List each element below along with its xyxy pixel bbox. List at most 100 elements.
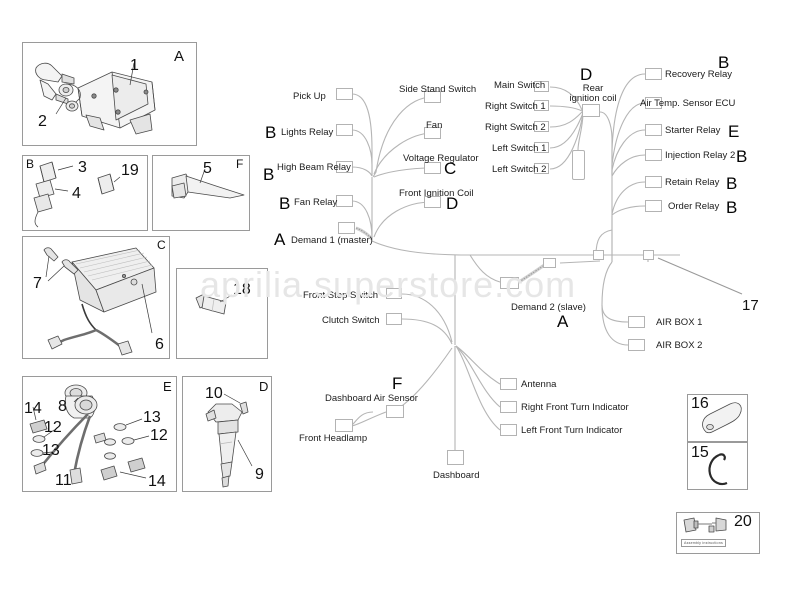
part-panel-18 (176, 268, 268, 359)
part-number-13-left: 13 (42, 442, 60, 459)
panel-letter-e: E (163, 379, 172, 394)
label-lights-relay: Lights Relay (281, 127, 334, 138)
label-starter-relay: Starter Relay (665, 125, 721, 136)
connector-lights-relay[interactable] (336, 124, 353, 136)
group-letter-b-recovery: B (718, 53, 730, 72)
label-fan: Fan (426, 120, 443, 131)
group-letter-b-highbeam: B (263, 165, 275, 184)
group-letter-b-fanrelay: B (279, 194, 291, 213)
part-number-15: 15 (691, 444, 709, 461)
group-letter-f-dashboard: F (392, 374, 403, 393)
connector-antenna[interactable] (500, 378, 517, 390)
part-number-13-right: 13 (143, 409, 161, 426)
group-letter-b-order: B (726, 198, 738, 217)
part-number-5: 5 (203, 160, 212, 177)
group-letter-c-voltage-regulator: C (444, 159, 457, 178)
diagram-canvas: aprilia superstore.com Pick Up Lights Re… (0, 0, 801, 602)
part-number-4: 4 (72, 185, 81, 202)
part-number-1: 1 (130, 57, 139, 74)
label-air-box-2: AIR BOX 2 (656, 340, 703, 351)
label-front-headlamp: Front Headlamp (299, 433, 368, 444)
group-letter-d-front-ignition-coil: D (446, 194, 459, 213)
connector-starter-relay[interactable] (645, 124, 662, 136)
connector-left-front-turn-indicator[interactable] (500, 424, 517, 436)
connector-retain-relay[interactable] (645, 176, 662, 188)
label-air-box-1: AIR BOX 1 (656, 317, 703, 328)
part-number-8: 8 (58, 398, 67, 415)
label-retain-relay: Retain Relay (665, 177, 720, 188)
label-rear-ignition-coil-text: Rear ignition coil (569, 83, 617, 105)
label-left-switch-2: Left Switch 2 (492, 164, 547, 175)
label-front-ignition-coil: Front Ignition Coil (399, 188, 474, 199)
label-side-stand-switch: Side Stand Switch (399, 84, 477, 95)
label-order-relay: Order Relay (668, 201, 720, 212)
label-main-switch: Main Switch (494, 80, 546, 91)
part-number-12-left: 12 (44, 419, 62, 436)
label-right-switch-2: Right Switch 2 (485, 122, 546, 133)
group-letter-b-retain: B (726, 174, 738, 193)
part-number-12-right: 12 (150, 427, 168, 444)
connector-front-headlamp[interactable] (335, 419, 353, 432)
group-letter-d-rear-coil: D (580, 65, 593, 84)
part-number-7: 7 (33, 275, 42, 292)
panel-letter-a: A (174, 48, 185, 65)
group-letter-e-starter: E (728, 122, 740, 141)
part-panel-a (22, 42, 197, 146)
part-number-9: 9 (255, 466, 264, 483)
label-air-temp-sensor-ecu: Air Temp. Sensor ECU (640, 98, 736, 109)
label-pick-up: Pick Up (293, 91, 326, 102)
label-demand-2-slave: Demand 2 (slave) (511, 302, 586, 313)
group-letter-b-lights: B (265, 123, 277, 142)
connector-air-box-2[interactable] (628, 339, 645, 351)
part-number-10: 10 (205, 385, 223, 402)
label-clutch-switch: Clutch Switch (322, 315, 380, 326)
label-voltage-regulator: Voltage Regulator (403, 153, 479, 164)
connector-air-box-1[interactable] (628, 316, 645, 328)
label-front-stop-switch: Front Stop Switch (303, 290, 378, 301)
group-letter-a-demand2: A (557, 312, 569, 331)
label-injection-relay-2: Injection Relay 2 (665, 150, 736, 161)
part-number-2: 2 (38, 113, 47, 130)
label-left-switch-1: Left Switch 1 (492, 143, 547, 154)
panel-letter-b: B (26, 157, 35, 171)
part-number-11: 11 (55, 472, 72, 489)
part-number-3: 3 (78, 159, 87, 176)
group-letter-a-demand1: A (274, 230, 286, 249)
panel-letter-f: F (236, 157, 244, 171)
connector-trunk-node-right[interactable] (643, 250, 654, 260)
part-number-16: 16 (691, 395, 709, 412)
label-dashboard: Dashboard (433, 470, 480, 481)
connector-demand-2-b[interactable] (500, 277, 519, 289)
part-panel-c (22, 236, 170, 359)
label-demand-1-master: Demand 1 (master) (291, 235, 373, 246)
connector-right-front-turn-indicator[interactable] (500, 401, 517, 413)
connector-trunk-node-left[interactable] (593, 250, 604, 260)
label-dashboard-air-sensor: Dashboard Air Sensor (325, 393, 418, 404)
panel-letter-d: D (259, 379, 269, 394)
part-number-14-left: 14 (24, 400, 42, 417)
connector-fan-relay[interactable] (336, 195, 353, 207)
part-number-14-right: 14 (148, 473, 166, 490)
connector-dashboard-air-sensor[interactable] (386, 405, 404, 418)
label-left-front-turn-indicator: Left Front Turn Indicator (521, 425, 623, 436)
connector-dashboard[interactable] (447, 450, 464, 465)
connector-injection-relay-2[interactable] (645, 149, 662, 161)
connector-demand-1[interactable] (338, 222, 355, 234)
connector-demand-2-a[interactable] (543, 258, 556, 268)
panel-letter-c: C (157, 238, 166, 252)
label-right-front-turn-indicator: Right Front Turn Indicator (521, 402, 629, 413)
label-antenna: Antenna (521, 379, 557, 390)
connector-pickup[interactable] (336, 88, 353, 100)
label-high-beam-relay: High Beam Relay (277, 162, 351, 173)
connector-main-plug[interactable] (572, 150, 585, 180)
callout-17: 17 (742, 297, 759, 314)
group-letter-b-injection: B (736, 147, 748, 166)
label-fan-relay: Fan Relay (294, 197, 338, 208)
connector-order-relay[interactable] (645, 200, 662, 212)
connector-front-stop-switch[interactable] (386, 288, 402, 299)
connector-rear-ignition-coil[interactable] (582, 104, 600, 117)
connector-recovery-relay[interactable] (645, 68, 662, 80)
connector-clutch-switch[interactable] (386, 313, 402, 325)
part-number-19: 19 (121, 162, 139, 179)
part-number-6: 6 (155, 336, 164, 353)
